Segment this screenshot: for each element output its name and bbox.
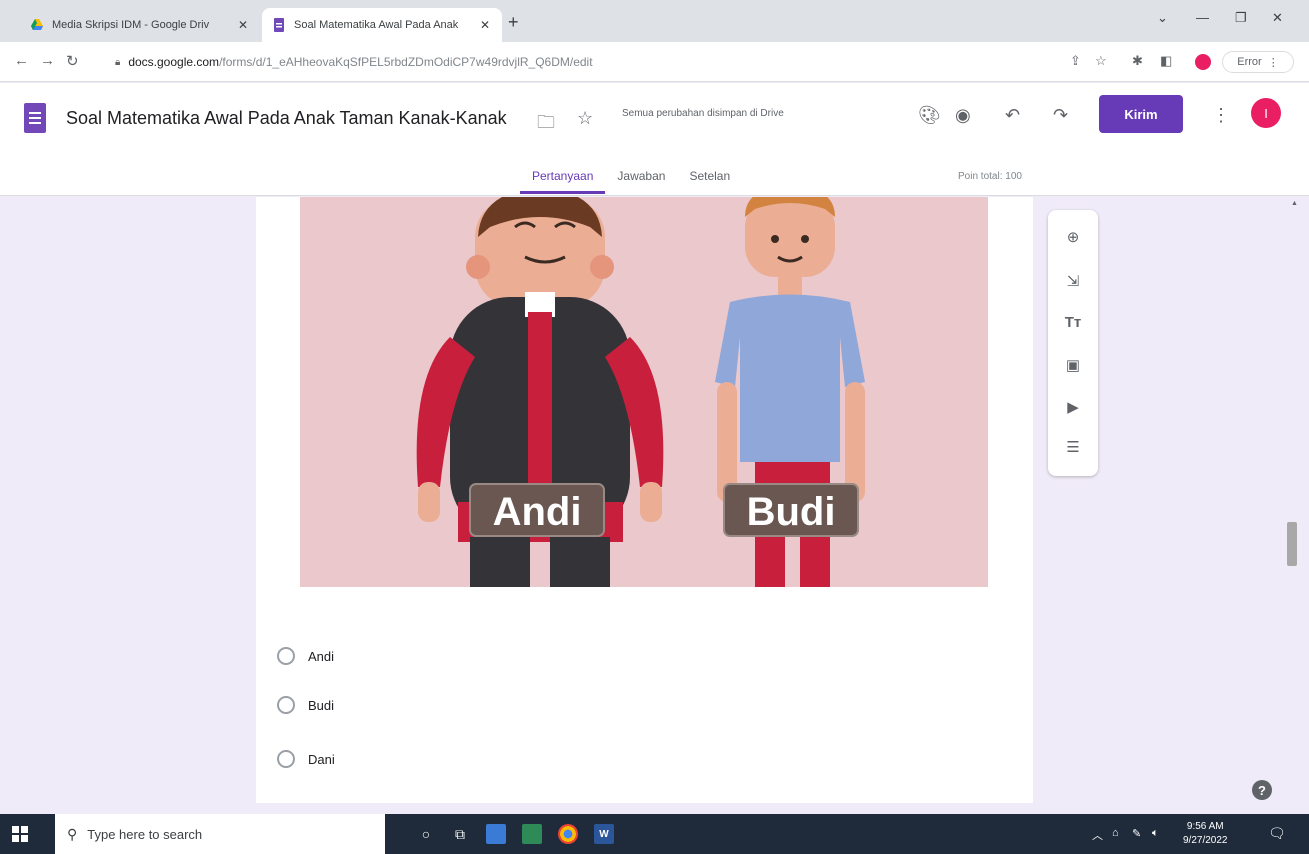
- option-budi[interactable]: Budi: [277, 696, 334, 714]
- radio-button[interactable]: [277, 750, 295, 768]
- side-panel-icon[interactable]: ◧: [1160, 53, 1172, 69]
- google-drive-icon: [31, 19, 43, 30]
- address-bar[interactable]: 🔒︎ docs.google.com /forms/d/1_eAHheovaKq…: [115, 48, 1055, 76]
- close-tab-icon[interactable]: ✕: [236, 18, 250, 32]
- media-app-icon[interactable]: [522, 824, 542, 844]
- help-icon[interactable]: ?: [1252, 780, 1272, 800]
- clock-date: 9/27/2022: [1183, 835, 1228, 846]
- task-view-icon[interactable]: ⧉: [450, 824, 470, 844]
- svg-text:Budi: Budi: [747, 490, 836, 534]
- tab-soal-matematika[interactable]: Soal Matematika Awal Pada Anak ✕: [262, 8, 502, 42]
- error-button[interactable]: Error ⋮: [1222, 51, 1294, 73]
- google-forms-icon: [274, 18, 284, 32]
- folder-icon[interactable]: 🗀︎: [537, 110, 555, 140]
- taskbar-clock[interactable]: 9:56 AM 9/27/2022: [1183, 820, 1228, 848]
- share-icon[interactable]: ⇪: [1070, 53, 1081, 69]
- tab-responses[interactable]: Jawaban: [605, 161, 677, 194]
- forms-header: Soal Matematika Awal Pada Anak Taman Kan…: [0, 83, 1309, 196]
- option-label: Andi: [308, 648, 335, 664]
- restore-button[interactable]: ❐: [1235, 10, 1247, 26]
- new-tab-button[interactable]: +: [508, 12, 519, 33]
- extensions-icon[interactable]: ✱: [1132, 53, 1143, 69]
- add-title-icon[interactable]: Tт: [1048, 314, 1098, 331]
- url-host: docs.google.com: [128, 55, 220, 69]
- add-section-icon[interactable]: ☰: [1048, 438, 1098, 456]
- error-label: Error: [1237, 56, 1262, 68]
- chrome-icon[interactable]: [558, 824, 578, 844]
- volume-icon[interactable]: 🔈︎: [1152, 827, 1159, 840]
- windows-taskbar: ⚲ Type here to search ○ ⧉ W ︿ ⌂ ✎ 🔈︎ 9:5…: [0, 814, 1309, 854]
- add-image-icon[interactable]: ▣: [1048, 356, 1098, 374]
- reload-icon[interactable]: ↻: [66, 52, 79, 70]
- form-title[interactable]: Soal Matematika Awal Pada Anak Taman Kan…: [66, 108, 507, 129]
- redo-icon[interactable]: ↷: [1053, 105, 1068, 126]
- avatar[interactable]: I: [1251, 98, 1281, 128]
- tab-title: Media Skripsi IDM - Google Driv: [52, 19, 210, 31]
- add-video-icon[interactable]: ▶: [1048, 398, 1098, 416]
- budi-label: Budi: [723, 483, 859, 537]
- send-button[interactable]: Kirim: [1099, 95, 1183, 133]
- url-path: /forms/d/1_eAHheovaKqSfPEL5rbdZDmOdiCP7w…: [219, 55, 593, 69]
- tab-media-skripsi[interactable]: Media Skripsi IDM - Google Driv ✕: [20, 8, 260, 42]
- close-window-button[interactable]: ✕: [1272, 10, 1283, 26]
- search-placeholder: Type here to search: [87, 826, 203, 842]
- back-icon[interactable]: ←: [14, 52, 29, 69]
- form-side-toolbar: ⊕ ⇲ Tт ▣ ▶ ☰: [1048, 210, 1098, 476]
- preview-eye-icon[interactable]: ◉: [955, 105, 971, 126]
- search-icon: ⚲: [67, 825, 78, 842]
- pen-icon[interactable]: ✎: [1132, 827, 1141, 840]
- minimize-button[interactable]: —: [1196, 10, 1209, 25]
- add-question-icon[interactable]: ⊕: [1048, 228, 1098, 246]
- scroll-up-arrow-icon[interactable]: ▲: [1291, 200, 1298, 207]
- question-image[interactable]: Andi Budi: [300, 197, 988, 587]
- option-label: Budi: [308, 697, 335, 713]
- clock-time: 9:56 AM: [1186, 821, 1224, 832]
- browser-toolbar: ← → ↻ 🔒︎ docs.google.com /forms/d/1_eAHh…: [0, 42, 1309, 82]
- windows-start-icon[interactable]: [12, 826, 28, 842]
- andi-label: Andi: [469, 483, 605, 537]
- cortana-icon[interactable]: ○: [416, 824, 436, 844]
- andi-budi-illustration: Andi Budi: [416, 197, 865, 587]
- total-points: Poin total: 100: [958, 171, 1022, 182]
- tab-settings[interactable]: Setelan: [677, 161, 742, 194]
- form-tabs: Pertanyaan Jawaban Setelan: [520, 161, 742, 194]
- taskbar-search[interactable]: ⚲ Type here to search: [55, 814, 385, 854]
- network-icon[interactable]: ⌂: [1112, 827, 1119, 839]
- undo-icon[interactable]: ↶: [1005, 105, 1020, 126]
- browser-profile-avatar[interactable]: [1195, 54, 1211, 70]
- radio-button[interactable]: [277, 696, 295, 714]
- tab-search-icon[interactable]: ⌄: [1157, 10, 1168, 26]
- option-andi[interactable]: Andi: [277, 647, 334, 665]
- bookmark-star-icon[interactable]: ☆: [1095, 53, 1107, 69]
- browser-tab-strip: Media Skripsi IDM - Google Driv ✕ Soal M…: [0, 0, 1309, 42]
- star-icon[interactable]: ☆: [577, 108, 593, 129]
- google-forms-logo-icon[interactable]: [24, 103, 46, 133]
- lock-icon: 🔒︎: [115, 56, 121, 68]
- more-vert-icon: ⋮: [1267, 56, 1279, 69]
- tab-title: Soal Matematika Awal Pada Anak: [294, 19, 459, 31]
- palette-icon[interactable]: 🎨︎: [918, 105, 941, 126]
- import-questions-icon[interactable]: ⇲: [1048, 272, 1098, 290]
- tab-questions[interactable]: Pertanyaan: [520, 161, 606, 194]
- forward-icon[interactable]: →: [40, 52, 55, 69]
- radio-button[interactable]: [277, 647, 295, 665]
- notifications-icon[interactable]: 🗨︎: [1268, 825, 1286, 842]
- scrollbar-thumb[interactable]: [1287, 522, 1297, 566]
- file-explorer-icon[interactable]: [486, 824, 506, 844]
- close-tab-icon[interactable]: ✕: [478, 18, 492, 32]
- word-icon[interactable]: W: [594, 824, 614, 844]
- option-label: Dani: [308, 751, 335, 767]
- more-options-icon[interactable]: ⋮: [1212, 105, 1230, 126]
- tray-overflow-icon[interactable]: ︿: [1092, 827, 1103, 843]
- svg-text:Andi: Andi: [493, 490, 582, 534]
- save-status: Semua perubahan disimpan di Drive: [622, 108, 784, 119]
- option-dani[interactable]: Dani: [277, 750, 335, 768]
